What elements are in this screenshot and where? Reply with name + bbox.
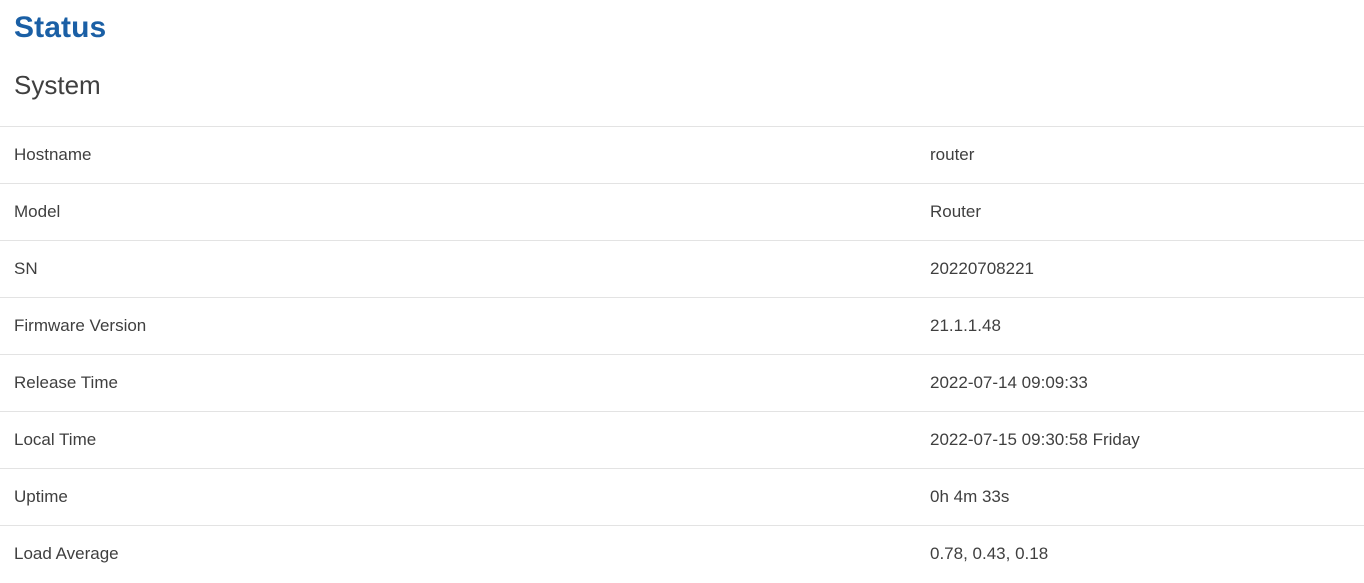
table-row: Model Router [0, 183, 1364, 241]
table-row: Release Time 2022-07-14 09:09:33 [0, 354, 1364, 412]
row-value: 0.78, 0.43, 0.18 [465, 525, 1364, 583]
table-row: Hostname router [0, 126, 1364, 184]
system-info-table-body: Hostname router Model Router SN 20220708… [0, 126, 1364, 583]
row-value: 21.1.1.48 [465, 297, 1364, 355]
table-row: Uptime 0h 4m 33s [0, 468, 1364, 526]
page-title: Status [14, 11, 107, 44]
row-label: Hostname [0, 126, 465, 184]
row-label: Firmware Version [0, 297, 465, 355]
table-row: Local Time 2022-07-15 09:30:58 Friday [0, 411, 1364, 469]
row-value: Router [465, 183, 1364, 241]
table-row: Load Average 0.78, 0.43, 0.18 [0, 525, 1364, 583]
row-label: Load Average [0, 525, 465, 583]
row-label: Release Time [0, 354, 465, 412]
row-value: 20220708221 [465, 240, 1364, 298]
table-row: Firmware Version 21.1.1.48 [0, 297, 1364, 355]
section-title-system: System [14, 70, 101, 100]
status-page: Status System Hostname router Model Rout… [0, 0, 1364, 583]
row-value: router [465, 126, 1364, 184]
row-value: 0h 4m 33s [465, 468, 1364, 526]
row-label: Model [0, 183, 465, 241]
row-label: SN [0, 240, 465, 298]
row-label: Uptime [0, 468, 465, 526]
row-value: 2022-07-14 09:09:33 [465, 354, 1364, 412]
system-info-table: Hostname router Model Router SN 20220708… [0, 126, 1364, 583]
row-label: Local Time [0, 411, 465, 469]
table-row: SN 20220708221 [0, 240, 1364, 298]
row-value: 2022-07-15 09:30:58 Friday [465, 411, 1364, 469]
